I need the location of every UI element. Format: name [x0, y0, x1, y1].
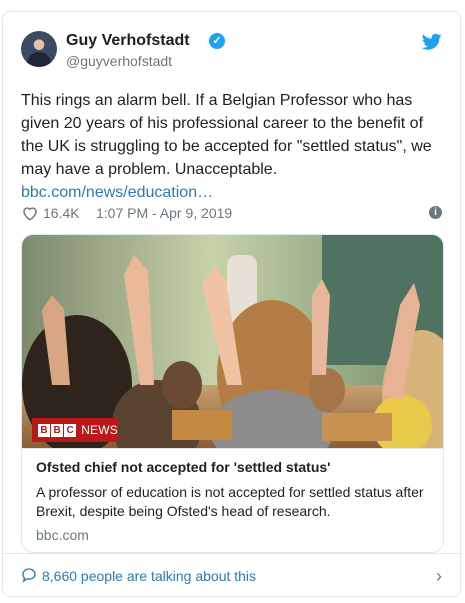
link-card[interactable]: B B C NEWS Ofsted chief not accepted for…: [21, 234, 444, 553]
heart-icon[interactable]: [21, 204, 39, 222]
bbc-logo-block: C: [64, 423, 77, 437]
tweet-text: This rings an alarm bell. If a Belgian P…: [21, 89, 446, 204]
like-count[interactable]: 16.4K: [43, 205, 80, 221]
card-description: A professor of education is not accepted…: [36, 484, 424, 519]
talking-count-link[interactable]: 8,660 people are talking about this: [42, 568, 256, 584]
bbc-logo-block: B: [38, 423, 51, 437]
tweet-header: Guy Verhofstadt ✓ @guyverhofstadt: [21, 31, 442, 71]
tweet-meta: 16.4K 1:07 PM - Apr 9, 2019 i: [21, 204, 442, 224]
speech-bubble-icon: [22, 568, 36, 583]
avatar[interactable]: [21, 31, 57, 67]
info-icon[interactable]: i: [429, 206, 442, 219]
card-body: Ofsted chief not accepted for 'settled s…: [22, 448, 443, 552]
tweet-link[interactable]: bbc.com/news/education…: [21, 184, 213, 201]
conversation-footer[interactable]: 8,660 people are talking about this ›: [3, 553, 462, 598]
twitter-bird-icon[interactable]: [422, 33, 442, 51]
tweet-timestamp[interactable]: 1:07 PM - Apr 9, 2019: [96, 205, 232, 221]
author-handle[interactable]: @guyverhofstadt: [66, 53, 172, 69]
bbc-news-badge: B B C NEWS: [32, 418, 118, 442]
card-image: B B C NEWS: [22, 235, 443, 448]
tweet-body: This rings an alarm bell. If a Belgian P…: [21, 92, 432, 178]
classroom-photo: [22, 235, 443, 448]
author-name[interactable]: Guy Verhofstadt: [66, 32, 190, 50]
card-domain: bbc.com: [36, 527, 89, 543]
embedded-tweet: Guy Verhofstadt ✓ @guyverhofstadt This r…: [2, 11, 462, 598]
bbc-news-text: NEWS: [81, 423, 118, 437]
chevron-right-icon[interactable]: ›: [436, 566, 442, 587]
verified-badge-icon: ✓: [209, 33, 225, 49]
bbc-logo-block: B: [51, 423, 64, 437]
card-title[interactable]: Ofsted chief not accepted for 'settled s…: [36, 459, 331, 475]
